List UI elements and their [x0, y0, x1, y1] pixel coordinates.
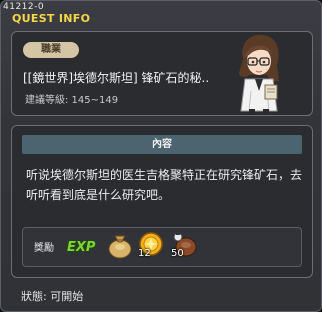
exp-text: EXP: [67, 240, 96, 255]
quest-status: 狀態: 可開始: [21, 290, 84, 303]
exp-icon: EXP: [67, 236, 95, 255]
quest-name: [[鏡世界]埃德尔斯坦] 锋矿石的秘..: [23, 71, 210, 85]
gold-coin-quantity: 12: [138, 248, 151, 259]
content-header: 內容: [22, 135, 302, 154]
recommended-level: 建議等級: 145~149: [25, 95, 119, 106]
quest-info-window: 41212-0 QUEST INFO 職業 [[鏡世界]埃德尔斯坦] 锋矿石的秘…: [0, 0, 322, 312]
potion-bag-quantity: 50: [171, 248, 184, 259]
quest-id: 41212-0: [3, 2, 45, 12]
reward-label: 獎勵: [34, 243, 54, 254]
window-title: QUEST INFO: [12, 12, 91, 25]
npc-portrait-icon: [239, 34, 279, 115]
quest-description: 听说埃德尔斯坦的医生吉格聚特正在研究锋矿石，去听听看到底是什么研究吧。: [26, 168, 303, 202]
meso-bag-icon[interactable]: [105, 230, 135, 260]
category-tag: 職業: [23, 42, 79, 58]
